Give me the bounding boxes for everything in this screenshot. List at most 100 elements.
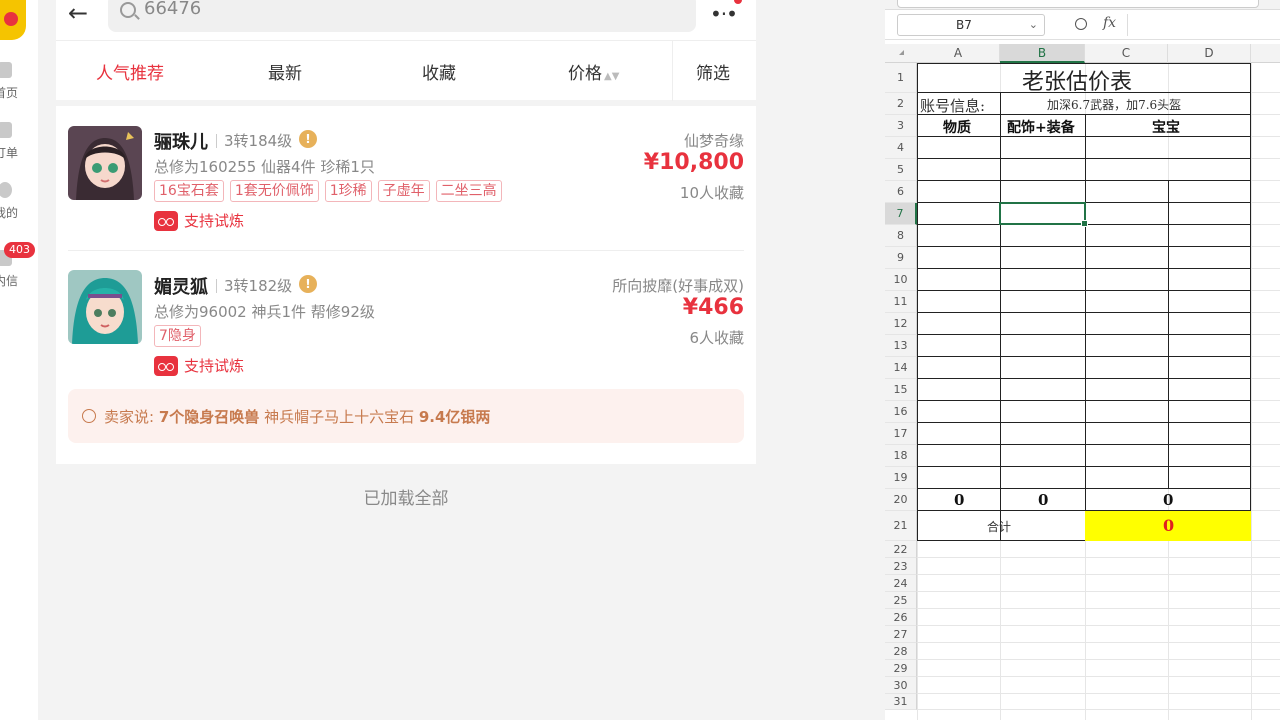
zoom-icon[interactable] bbox=[1075, 18, 1087, 30]
column-header-row: A B C D bbox=[885, 44, 1280, 63]
tag: 1套无价佩饰 bbox=[229, 180, 319, 202]
table-border bbox=[1085, 115, 1086, 541]
tag: 16宝石套 bbox=[154, 180, 224, 202]
tab-latest[interactable]: 最新 bbox=[268, 59, 302, 84]
row-header[interactable]: 24 bbox=[885, 575, 917, 592]
nav-item-mine[interactable]: 我的 bbox=[0, 182, 38, 232]
seller-note: 卖家说: 7个隐身召唤兽 神兵帽子马上十六宝石 9.4亿银两 bbox=[68, 389, 744, 443]
search-input[interactable]: 66476 bbox=[108, 0, 696, 32]
listing-item[interactable]: 媚灵狐 3转182级 ! 总修为96002 神兵1件 帮修92级 7隐身 支持试… bbox=[56, 251, 756, 383]
select-all-corner-icon[interactable] bbox=[899, 50, 904, 55]
tag: 7隐身 bbox=[154, 325, 201, 347]
nav-item-orders[interactable]: 订单 bbox=[0, 122, 38, 172]
tag: 子虚年 bbox=[377, 180, 430, 202]
row-header[interactable]: 3 bbox=[885, 115, 917, 137]
listing-level: 3转184级 bbox=[212, 130, 292, 151]
table-border bbox=[1250, 63, 1251, 511]
row-header[interactable]: 15 bbox=[885, 379, 917, 401]
row-header[interactable]: 4 bbox=[885, 137, 917, 159]
cell-grid[interactable]: 老张估价表 账号信息: 加深6.7武器，加7.6头盔 物质 配饰+装备 宝宝 0 0 0 合计 0 bbox=[917, 63, 1280, 720]
listing-item[interactable]: 骊珠儿 3转184级 ! 总修为160255 仙器4件 珍稀1只 16宝石套 1… bbox=[56, 106, 756, 250]
tab-favorites[interactable]: 收藏 bbox=[422, 59, 456, 84]
table-border bbox=[917, 290, 1251, 291]
row-header[interactable]: 20 bbox=[885, 489, 917, 511]
user-icon bbox=[0, 182, 12, 198]
row-header[interactable]: 19 bbox=[885, 467, 917, 489]
row-header[interactable]: 22 bbox=[885, 541, 917, 558]
nav-label-home: 首页 bbox=[0, 86, 19, 100]
sheet-title: 老张估价表 bbox=[1022, 70, 1133, 95]
trade-app: ← 66476 •·• 人气推荐 最新 收藏 价格 ▲▼ 筛选 骊珠儿 3转18… bbox=[56, 0, 756, 720]
table-border bbox=[917, 63, 918, 541]
back-arrow-icon[interactable]: ← bbox=[68, 1, 96, 26]
row-header[interactable]: 8 bbox=[885, 225, 917, 247]
row-header[interactable]: 23 bbox=[885, 558, 917, 575]
home-icon bbox=[0, 62, 12, 78]
trial-icon bbox=[154, 355, 178, 376]
account-value: 加深6.7武器，加7.6头盔 bbox=[1047, 98, 1182, 112]
trial-support: 支持试炼 bbox=[154, 355, 244, 376]
nav-item-home[interactable]: 首页 bbox=[0, 62, 38, 112]
seller-highlight: 7个隐身召唤兽 bbox=[158, 408, 260, 426]
gridline bbox=[917, 574, 1280, 575]
row-header[interactable]: 17 bbox=[885, 423, 917, 445]
sort-arrows-icon: ▲▼ bbox=[604, 71, 620, 82]
gridline bbox=[917, 676, 1280, 677]
gridline bbox=[917, 625, 1280, 626]
chat-bubble-icon bbox=[82, 409, 96, 423]
row-header[interactable]: 25 bbox=[885, 592, 917, 609]
formula-bar: B7 ⌄ fx bbox=[885, 10, 1280, 40]
row-header[interactable]: 26 bbox=[885, 609, 917, 626]
row-header[interactable]: 30 bbox=[885, 677, 917, 694]
table-border bbox=[917, 488, 1251, 489]
row-header[interactable]: 29 bbox=[885, 660, 917, 677]
seller-note-text: 卖家说: 7个隐身召唤兽 神兵帽子马上十六宝石 9.4亿银两 bbox=[104, 406, 490, 427]
row-header[interactable]: 9 bbox=[885, 247, 917, 269]
avatar bbox=[68, 270, 142, 344]
row-header[interactable]: 10 bbox=[885, 269, 917, 291]
info-icon[interactable]: ! bbox=[299, 130, 317, 148]
column-header-a[interactable]: A bbox=[917, 44, 1000, 63]
listing-level: 3转182级 bbox=[212, 275, 292, 296]
row-header[interactable]: 11 bbox=[885, 291, 917, 313]
column-header-d[interactable]: D bbox=[1168, 44, 1251, 63]
total-cell: 0 bbox=[954, 491, 965, 509]
gridline bbox=[917, 557, 1280, 558]
name-box[interactable]: B7 ⌄ bbox=[897, 14, 1045, 36]
row-header[interactable]: 6 bbox=[885, 181, 917, 203]
row-header[interactable]: 31 bbox=[885, 694, 917, 710]
row-header[interactable]: 12 bbox=[885, 313, 917, 335]
info-icon[interactable]: ! bbox=[299, 275, 317, 293]
listing-name: 媚灵狐 bbox=[154, 277, 208, 298]
total-cell: 0 bbox=[1038, 491, 1049, 509]
order-icon bbox=[0, 122, 12, 138]
filter-button[interactable]: 筛选 bbox=[696, 59, 730, 84]
toolbar-strip bbox=[885, 0, 1280, 10]
sort-bar: 人气推荐 最新 收藏 价格 ▲▼ 筛选 bbox=[56, 40, 756, 101]
row-header[interactable]: 2 bbox=[885, 93, 917, 115]
app-logo bbox=[0, 0, 26, 40]
row-header[interactable]: 7 bbox=[885, 203, 917, 225]
row-header[interactable]: 16 bbox=[885, 401, 917, 423]
tag-list: 7隐身 bbox=[154, 325, 201, 347]
row-header[interactable]: 13 bbox=[885, 335, 917, 357]
tab-popular[interactable]: 人气推荐 bbox=[96, 59, 164, 84]
header-cell: 配饰+装备 bbox=[1007, 120, 1075, 136]
row-header[interactable]: 14 bbox=[885, 357, 917, 379]
column-header-b[interactable]: B bbox=[1000, 44, 1085, 63]
row-header[interactable]: 5 bbox=[885, 159, 917, 181]
tab-price[interactable]: 价格 ▲▼ bbox=[568, 59, 619, 84]
row-header[interactable]: 1 bbox=[885, 63, 917, 93]
row-header[interactable]: 21 bbox=[885, 511, 917, 541]
row-header[interactable]: 28 bbox=[885, 643, 917, 660]
fx-icon[interactable]: fx bbox=[1103, 15, 1116, 31]
row-header[interactable]: 18 bbox=[885, 445, 917, 467]
selected-cell-b7[interactable] bbox=[999, 202, 1088, 227]
table-border bbox=[917, 180, 1251, 181]
table-border bbox=[917, 246, 1251, 247]
table-border bbox=[917, 466, 1251, 467]
column-header-c[interactable]: C bbox=[1085, 44, 1168, 63]
more-menu-icon[interactable]: •·• bbox=[710, 0, 744, 26]
row-header[interactable]: 27 bbox=[885, 626, 917, 643]
tag-list: 16宝石套 1套无价佩饰 1珍稀 子虚年 二坐三高 bbox=[154, 180, 502, 202]
